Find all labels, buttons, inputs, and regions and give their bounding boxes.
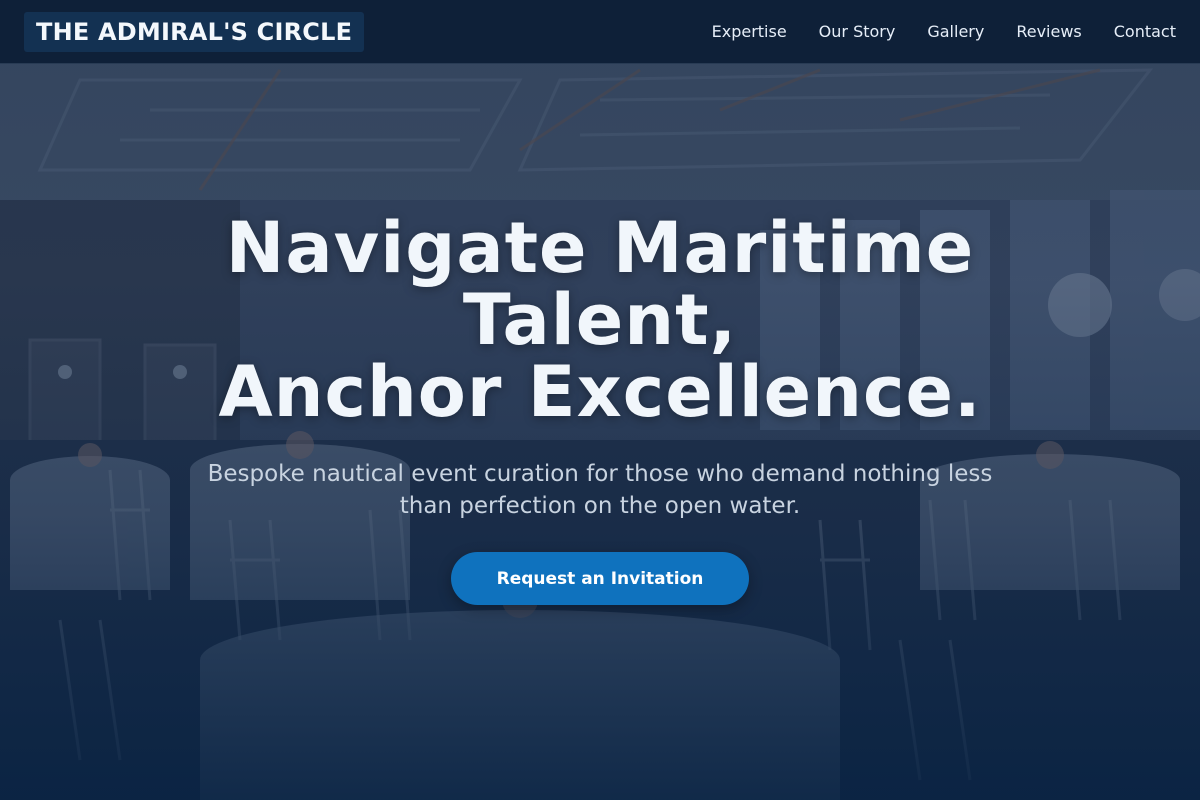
nav-link-gallery[interactable]: Gallery	[927, 22, 984, 41]
nav-links: Expertise Our Story Gallery Reviews Cont…	[712, 22, 1176, 41]
nav-link-our-story[interactable]: Our Story	[819, 22, 896, 41]
hero-title-line-3: Anchor Excellence.	[218, 351, 982, 433]
nav-link-contact[interactable]: Contact	[1114, 22, 1176, 41]
nav-link-expertise[interactable]: Expertise	[712, 22, 787, 41]
hero-content: Navigate Maritime Talent, Anchor Excelle…	[0, 212, 1200, 605]
request-invitation-button[interactable]: Request an Invitation	[451, 552, 749, 605]
top-navbar: THE ADMIRAL'S CIRCLE Expertise Our Story…	[0, 0, 1200, 64]
brand-logo[interactable]: THE ADMIRAL'S CIRCLE	[24, 11, 365, 52]
hero-title-line-2: Talent,	[462, 279, 738, 361]
nav-link-reviews[interactable]: Reviews	[1016, 22, 1081, 41]
hero-title: Navigate Maritime Talent, Anchor Excelle…	[0, 212, 1200, 428]
hero-subtitle: Bespoke nautical event curation for thos…	[207, 461, 993, 519]
hero-title-line-1: Navigate Maritime	[225, 207, 975, 289]
